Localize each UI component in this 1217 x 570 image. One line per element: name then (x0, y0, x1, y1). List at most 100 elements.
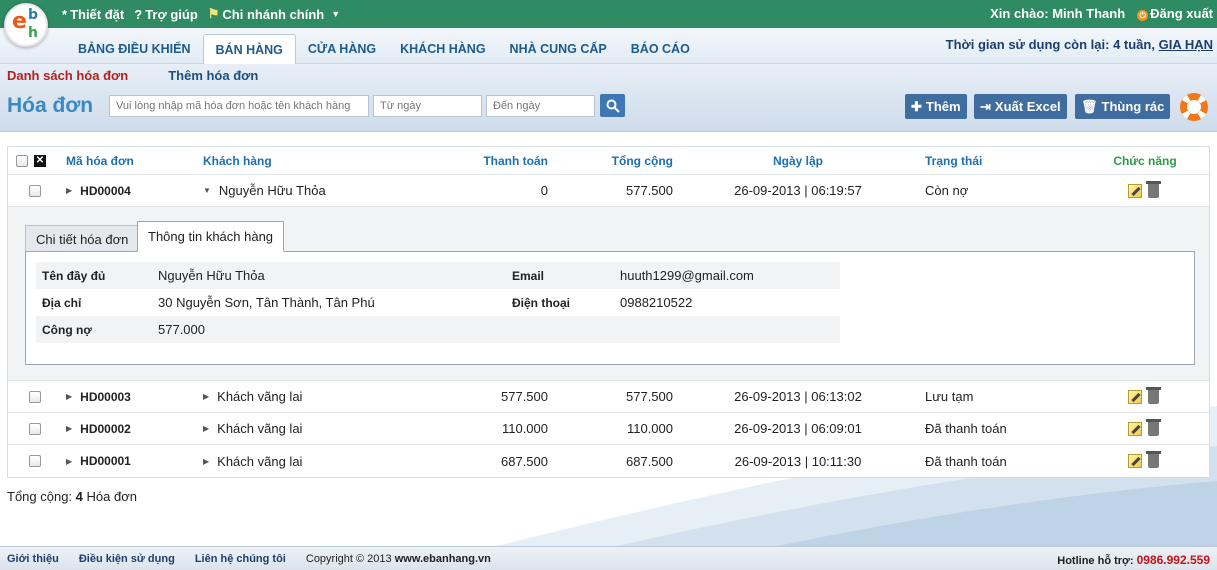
customer-name: Khách vãng lai (217, 453, 303, 469)
col-customer[interactable]: Khách hàng (203, 147, 272, 174)
footer-terms-link[interactable]: Điều kiện sử dụng (79, 553, 175, 565)
delete-icon[interactable] (1146, 451, 1161, 468)
logout-link[interactable]: ⏻ Đăng xuất (1137, 6, 1213, 21)
from-date-input[interactable] (373, 95, 482, 117)
hotline: Hotline hỗ trợ: 0986.992.559 (1057, 553, 1210, 567)
debt-label: Công nợ (42, 322, 92, 337)
total-value: 687.500 (626, 453, 673, 469)
col-status[interactable]: Trạng thái (925, 147, 982, 174)
expand-icon[interactable]: ▶ (66, 392, 72, 401)
customer-info-box: Tên đầy đủ Nguyễn Hữu Thỏa Email huuth12… (25, 251, 1195, 365)
status-value: Đã thanh toán (925, 453, 1007, 469)
info-row: Tên đầy đủ Nguyễn Hữu Thỏa Email huuth12… (36, 262, 840, 289)
close-icon[interactable]: ✕ (34, 154, 46, 167)
invoice-code[interactable]: HD00001 (80, 454, 131, 468)
address-label: Địa chỉ (42, 295, 82, 310)
help-link[interactable]: ? Trợ giúp (134, 6, 198, 22)
flag-icon: ⚑ (207, 6, 220, 21)
tab-invoice-detail[interactable]: Chi tiết hóa đơn (25, 225, 140, 252)
table-header: ✕ Mã hóa đơn Khách hàng Thanh toán Tổng … (8, 147, 1209, 175)
expand-icon[interactable]: ▶ (203, 457, 209, 466)
paid-value: 577.500 (501, 389, 548, 404)
search-button[interactable] (600, 94, 625, 117)
paid-value: 0 (540, 183, 548, 198)
tab-dashboard[interactable]: BẢNG ĐIỀU KHIỂN (66, 34, 203, 64)
status-value: Lưu tạm (925, 389, 974, 404)
lifebuoy-icon[interactable] (1180, 93, 1208, 121)
row-checkbox[interactable] (29, 184, 41, 197)
invoice-list-link[interactable]: Danh sách hóa đơn (7, 68, 128, 83)
customer-name: Khách vãng lai (217, 421, 303, 436)
edit-icon[interactable] (1128, 389, 1142, 404)
power-icon: ⏻ (1137, 10, 1149, 21)
delete-icon[interactable] (1146, 180, 1161, 198)
col-code[interactable]: Mã hóa đơn (66, 147, 134, 174)
col-date[interactable]: Ngày lập (713, 147, 883, 174)
export-excel-button[interactable]: ⇥ Xuất Excel (974, 94, 1067, 119)
tab-store[interactable]: CỬA HÀNG (296, 34, 388, 64)
footer-contact-link[interactable]: Liên hệ chúng tôi (195, 553, 286, 565)
top-links: * Thiết đặt ? Trợ giúp ⚑ Chi nhánh chính ▼ (62, 6, 340, 22)
collapse-icon[interactable]: ▼ (203, 186, 211, 195)
edit-icon[interactable] (1128, 421, 1142, 436)
info-row: Địa chỉ 30 Nguyễn Sơn, Tân Thành, Tân Ph… (36, 289, 840, 316)
add-invoice-link[interactable]: Thêm hóa đơn (168, 68, 258, 83)
user-area: Xin chào: Minh Thanh ⏻ Đăng xuất (990, 6, 1213, 21)
branch-selector[interactable]: ⚑ Chi nhánh chính ▼ (208, 6, 340, 22)
row-checkbox[interactable] (29, 422, 41, 435)
tab-reports[interactable]: BÁO CÁO (619, 34, 702, 64)
info-row: Công nợ 577.000 (36, 316, 840, 343)
date-value: 26-09-2013 | 06:09:01 (734, 421, 862, 436)
settings-link[interactable]: * Thiết đặt (62, 6, 124, 22)
tab-suppliers[interactable]: NHÀ CUNG CẤP (498, 34, 619, 64)
plus-icon: ✚ (911, 98, 922, 114)
table-row[interactable]: ▶ HD00002 ▶ Khách vãng lai 110.000 110.000… (8, 413, 1209, 445)
table-row[interactable]: ▶ HD00003 ▶ Khách vãng lai 577.500 577.500… (8, 381, 1209, 413)
footer: Giới thiệu Điều kiện sử dụng Liên hệ chú… (0, 546, 1217, 570)
invoice-code[interactable]: HD00003 (80, 390, 131, 404)
export-icon: ⇥ (980, 98, 991, 114)
customer-name: Khách vãng lai (217, 389, 303, 404)
tab-customers[interactable]: KHÁCH HÀNG (388, 34, 497, 64)
main-nav: BẢNG ĐIỀU KHIỂN BÁN HÀNG CỬA HÀNG KHÁCH … (0, 28, 1217, 64)
expand-icon[interactable]: ▶ (203, 392, 209, 401)
table-row[interactable]: ▶ HD00001 ▶ Khách vãng lai 687.500 687.500… (8, 445, 1209, 477)
expand-icon[interactable]: ▶ (66, 457, 72, 466)
row-checkbox[interactable] (29, 455, 41, 467)
expand-icon[interactable]: ▶ (66, 424, 72, 433)
date-value: 26-09-2013 | 06:19:57 (734, 183, 862, 198)
trash-bin-button[interactable]: 🗑 Thùng rác (1075, 94, 1171, 119)
sub-header: Danh sách hóa đơn Thêm hóa đơn Hóa đơn ✚… (0, 64, 1217, 132)
row-checkbox[interactable] (29, 390, 41, 403)
to-date-input[interactable] (486, 95, 595, 117)
col-paid[interactable]: Thanh toán (448, 147, 548, 174)
col-total[interactable]: Tổng cộng (573, 147, 673, 174)
fullname-value: Nguyễn Hữu Thỏa (158, 268, 265, 283)
delete-icon[interactable] (1146, 386, 1161, 404)
phone-label: Điện thoại (512, 295, 571, 310)
star-icon: * (62, 6, 68, 22)
expand-icon[interactable]: ▶ (66, 186, 72, 195)
app-logo[interactable]: ebh (4, 3, 48, 47)
invoice-code[interactable]: HD00004 (80, 184, 131, 198)
edit-icon[interactable] (1128, 183, 1142, 198)
add-button[interactable]: ✚ Thêm (905, 94, 967, 119)
select-all-checkbox[interactable] (16, 154, 28, 167)
email-label: Email (512, 268, 545, 283)
status-value: Đã thanh toán (925, 421, 1007, 436)
delete-icon[interactable] (1146, 418, 1161, 436)
chevron-down-icon: ▼ (331, 9, 341, 19)
edit-icon[interactable] (1128, 454, 1142, 468)
date-value: 26-09-2013 | 10:11:30 (734, 453, 862, 469)
search-icon (606, 99, 620, 113)
table-row[interactable]: ▶ HD00004 ▼ Nguyễn Hữu Thỏa 0 577.500 26-0… (8, 175, 1209, 207)
tab-sales[interactable]: BÁN HÀNG (202, 34, 296, 64)
footer-intro-link[interactable]: Giới thiệu (7, 553, 59, 565)
renew-link[interactable]: GIA HẠN (1159, 37, 1213, 52)
search-input[interactable] (109, 95, 369, 117)
email-value: huuth1299@gmail.com (620, 268, 754, 283)
copyright: Copyright © 2013 www.ebanhang.vn (305, 553, 491, 565)
invoice-code[interactable]: HD00002 (80, 422, 131, 436)
tab-customer-info[interactable]: Thông tin khách hàng (137, 221, 285, 252)
expand-icon[interactable]: ▶ (203, 424, 209, 433)
